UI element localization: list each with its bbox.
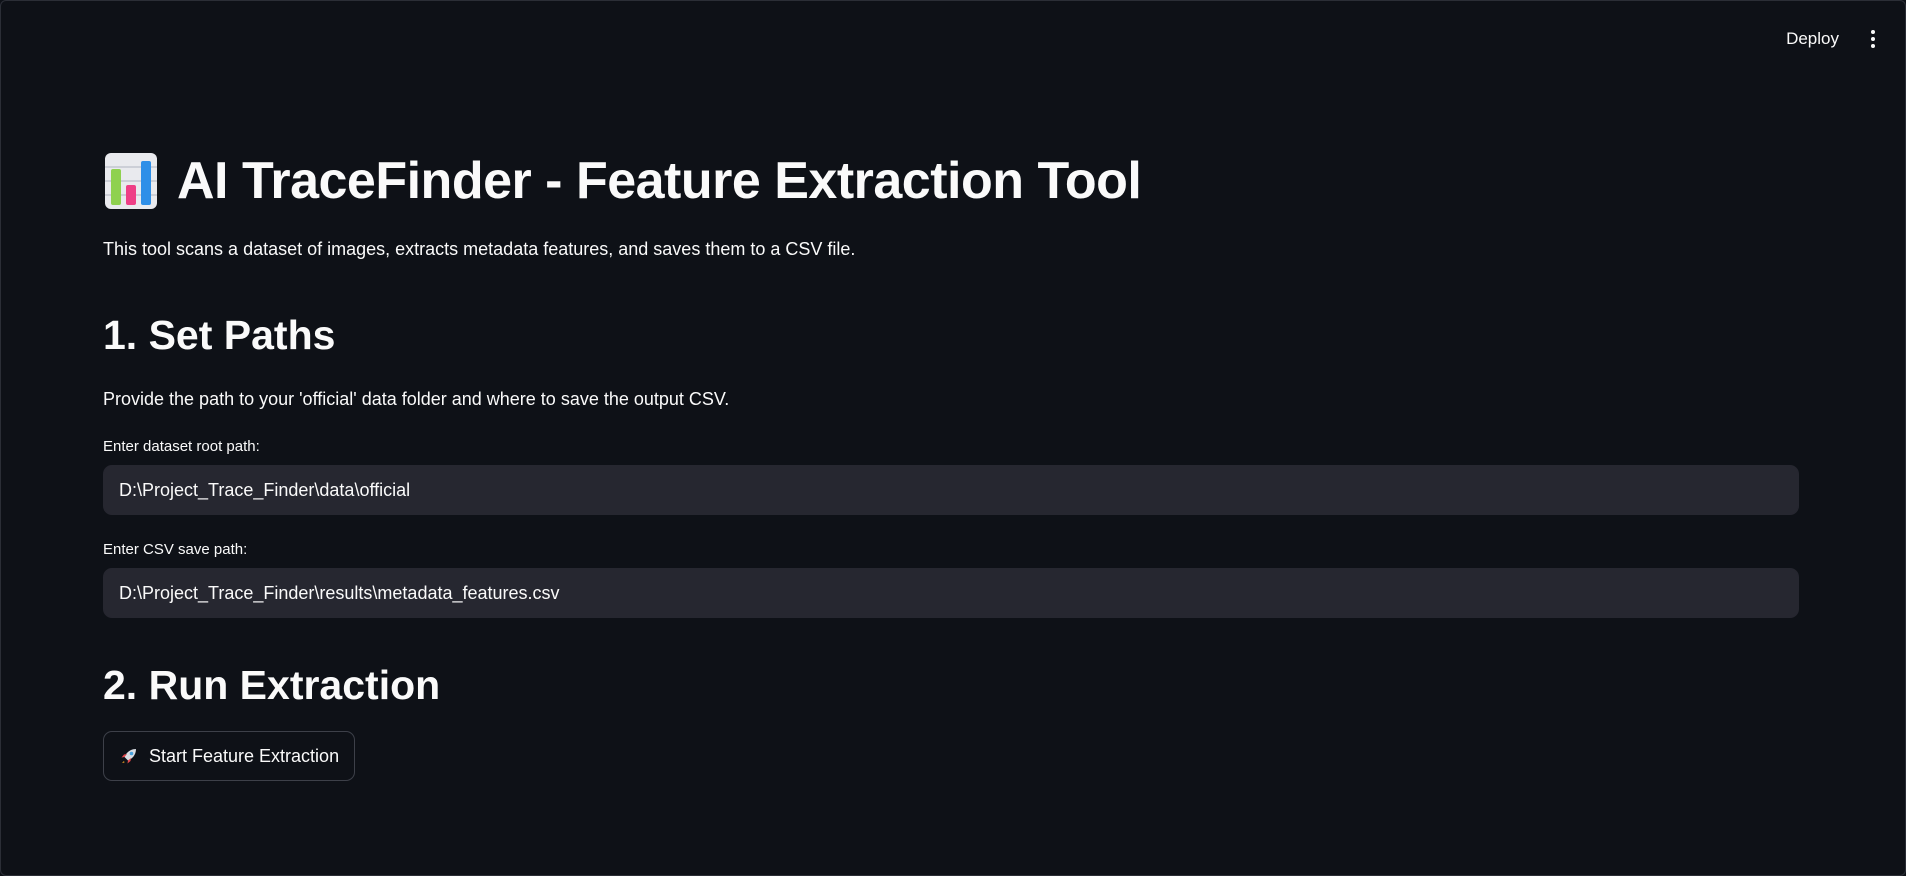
app-window: Deploy AI TraceFinder - Feature Extracti… bbox=[0, 0, 1906, 876]
section-heading-run-extraction: 2. Run Extraction bbox=[103, 662, 441, 708]
top-toolbar: Deploy bbox=[1, 1, 1905, 77]
csv-path-input[interactable] bbox=[103, 568, 1799, 618]
csv-path-label: Enter CSV save path: bbox=[103, 541, 248, 558]
page-title: AI TraceFinder - Feature Extraction Tool bbox=[177, 152, 1142, 210]
intro-text: This tool scans a dataset of images, ext… bbox=[103, 239, 856, 259]
start-feature-extraction-button[interactable]: Start Feature Extraction bbox=[103, 731, 356, 781]
kebab-menu-icon[interactable] bbox=[1861, 25, 1885, 53]
dataset-path-label: Enter dataset root path: bbox=[103, 438, 260, 455]
main-content: AI TraceFinder - Feature Extraction Tool… bbox=[103, 141, 1799, 781]
rocket-icon bbox=[121, 749, 136, 764]
page-header: AI TraceFinder - Feature Extraction Tool bbox=[103, 141, 1799, 221]
dataset-path-input[interactable] bbox=[103, 465, 1799, 515]
deploy-button[interactable]: Deploy bbox=[1774, 23, 1851, 55]
section-heading-set-paths: 1. Set Paths bbox=[103, 312, 336, 358]
section-description: Provide the path to your 'official' data… bbox=[103, 389, 730, 409]
start-button-label: Start Feature Extraction bbox=[149, 745, 340, 766]
bar-chart-icon bbox=[105, 153, 157, 209]
